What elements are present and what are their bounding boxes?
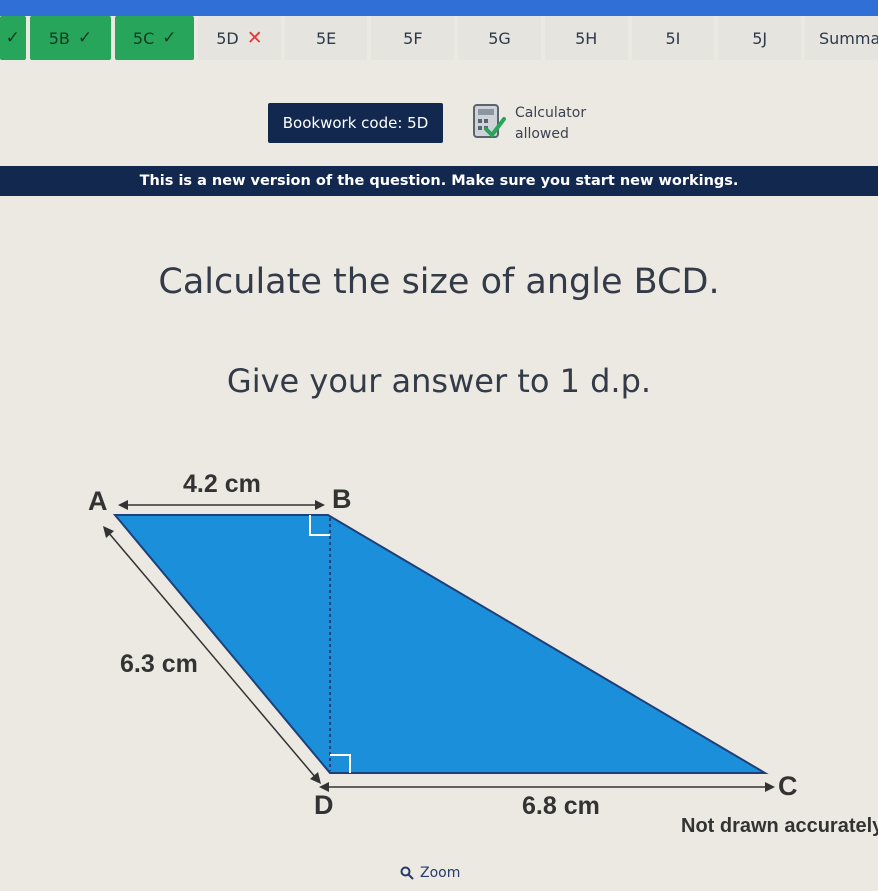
- arrowhead: [765, 782, 775, 792]
- magnifier-icon: [400, 866, 414, 880]
- tab-label: 5I: [665, 28, 681, 48]
- vertex-b-label: B: [332, 484, 352, 514]
- trapezium-shape: [112, 514, 769, 774]
- bookwork-label: Bookwork code: 5D: [282, 114, 429, 132]
- tab-label: 5F: [403, 28, 423, 48]
- vertex-d-label: D: [314, 790, 334, 820]
- check-icon: ✓: [5, 28, 20, 48]
- tab-label: 5C: [132, 28, 155, 48]
- arrowhead: [315, 500, 325, 510]
- tab-summary[interactable]: Summa: [805, 16, 878, 60]
- tab-5g[interactable]: 5G: [458, 16, 541, 60]
- tab-5b[interactable]: 5B ✓: [29, 16, 112, 60]
- calculator-line2: allowed: [515, 126, 569, 142]
- tab-5c[interactable]: 5C ✓: [115, 16, 195, 60]
- zoom-label: Zoom: [420, 865, 461, 881]
- banner-text: This is a new version of the question. M…: [139, 173, 739, 189]
- zoom-button[interactable]: Zoom: [400, 865, 460, 881]
- arrowhead: [118, 500, 128, 510]
- tab-previous[interactable]: ✓: [0, 16, 26, 60]
- vertex-c-label: C: [778, 771, 798, 801]
- tab-label: 5D: [216, 28, 239, 48]
- check-icon: ✓: [162, 28, 177, 48]
- new-version-banner: This is a new version of the question. M…: [0, 166, 878, 196]
- tab-5h[interactable]: 5H: [544, 16, 628, 60]
- question-subtitle: Give your answer to 1 d.p.: [226, 362, 652, 400]
- calculator-status: Calculator allowed: [515, 103, 586, 145]
- top-strip: [0, 0, 878, 16]
- tab-label: Summa: [819, 28, 878, 48]
- tab-5f[interactable]: 5F: [371, 16, 455, 60]
- not-drawn-accurately-note: Not drawn accurately: [681, 815, 878, 837]
- question-tabs: ✓ 5B ✓ 5C ✓ 5D ✕ 5E 5F 5G 5H 5I 5J Summa: [0, 16, 878, 66]
- calculator-icon: [473, 104, 506, 138]
- tab-5d[interactable]: 5D ✕: [198, 16, 281, 60]
- check-icon: ✓: [77, 28, 93, 48]
- trapezium-diagram: A B C D 4.2 cm 6.3 cm 6.8 cm Not drawn a…: [88, 470, 878, 837]
- question-title: Calculate the size of angle BCD.: [158, 262, 720, 302]
- tab-label: 5G: [488, 28, 511, 48]
- question-info: Bookwork code: 5D Calculator allowed: [0, 95, 878, 150]
- tab-5j[interactable]: 5J: [718, 16, 801, 60]
- bookwork-code: Bookwork code: 5D: [268, 103, 443, 143]
- length-dc-label: 6.8 cm: [522, 792, 600, 820]
- tab-label: 5B: [48, 28, 70, 48]
- vertex-a-label: A: [88, 486, 108, 516]
- length-ab-label: 4.2 cm: [183, 470, 261, 498]
- tab-5e[interactable]: 5E: [284, 16, 368, 60]
- tab-5i[interactable]: 5I: [631, 16, 715, 60]
- length-ad-label: 6.3 cm: [120, 650, 198, 678]
- calculator-line1: Calculator: [515, 105, 587, 121]
- tab-label: 5E: [315, 28, 337, 48]
- cross-icon: ✕: [246, 27, 263, 49]
- tab-label: 5H: [575, 28, 598, 48]
- tab-label: 5J: [752, 28, 768, 48]
